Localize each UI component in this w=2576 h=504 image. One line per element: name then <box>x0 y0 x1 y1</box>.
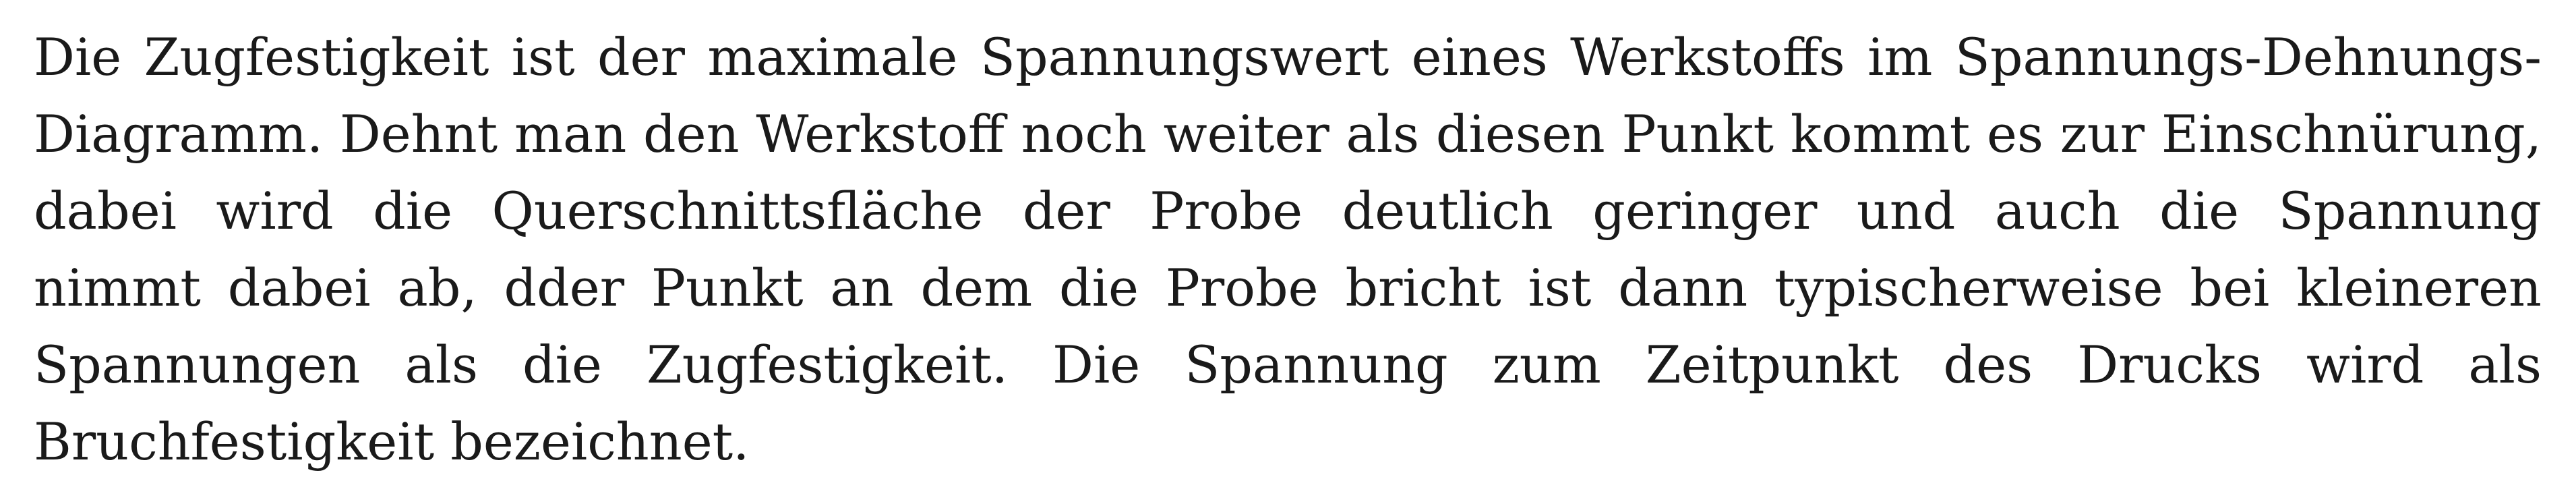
paragraph-line-1: Die Zugfestigkeit ist der maximale Spann… <box>34 27 2542 87</box>
paragraph-line-3: dabei wird die Querschnittsfläche der Pr… <box>34 181 2542 241</box>
paragraph-line-4: nimmt dabei ab, dder Punkt an dem die Pr… <box>34 258 2542 318</box>
body-paragraph: Die Zugfestigkeit ist der maximale Spann… <box>34 19 2542 480</box>
paragraph-line-2: Diagramm. Dehnt man den Werkstoff noch w… <box>34 104 2542 164</box>
paragraph-line-5: Spannungen als die Zugfestigkeit. Die Sp… <box>34 335 2542 395</box>
paragraph-line-6: Bruchfestigkeit bezeichnet. <box>34 412 750 472</box>
document-page: Die Zugfestigkeit ist der maximale Spann… <box>0 0 2576 504</box>
